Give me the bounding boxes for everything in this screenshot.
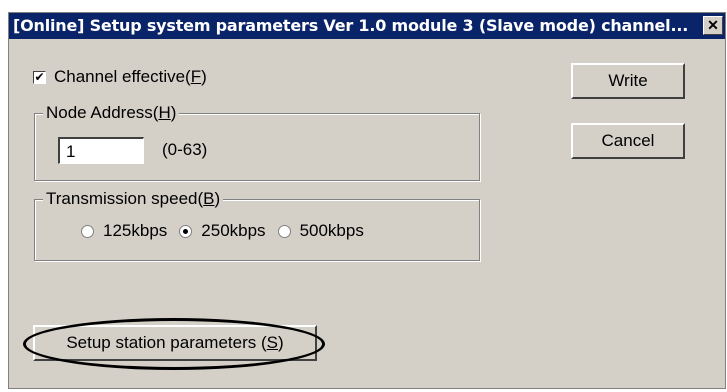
speed-option-125kbps[interactable]: 125kbps (81, 221, 167, 241)
write-button[interactable]: Write (571, 63, 685, 99)
node-address-range: (0-63) (162, 140, 208, 159)
radio-button-500kbps[interactable] (277, 224, 291, 238)
speed-option-500kbps[interactable]: 500kbps (277, 221, 364, 241)
transmission-speed-label: Transmission speed(B) (43, 189, 224, 209)
node-address-input[interactable]: 1 (58, 137, 144, 164)
title-bar: [Online] Setup system parameters Ver 1.0… (9, 13, 725, 39)
node-address-label: Node Address(H) (43, 103, 180, 123)
channel-effective-checkbox[interactable]: ✔ (33, 70, 46, 84)
node-address-group: Node Address(H) 1 (0-63) (34, 103, 480, 181)
window-title: [Online] Setup system parameters Ver 1.0… (13, 16, 689, 35)
transmission-speed-group: Transmission speed(B) 125kbps 250kbps 50… (34, 189, 480, 261)
speed-option-label: 125kbps (103, 221, 168, 240)
speed-option-label: 250kbps (201, 221, 266, 240)
cancel-button[interactable]: Cancel (571, 123, 685, 159)
close-button[interactable]: ✕ (703, 16, 723, 35)
speed-option-250kbps[interactable]: 250kbps (179, 221, 266, 241)
channel-effective-row[interactable]: ✔ Channel effective(F) (33, 67, 207, 87)
close-icon: ✕ (707, 17, 719, 33)
speed-option-label: 500kbps (299, 221, 364, 240)
channel-effective-label: Channel effective(F) (54, 67, 207, 86)
radio-button-125kbps[interactable] (81, 224, 94, 238)
check-icon: ✔ (34, 70, 45, 84)
setup-system-parameters-dialog: [Online] Setup system parameters Ver 1.0… (8, 12, 726, 389)
speed-options: 125kbps 250kbps 500kbps (81, 221, 376, 241)
setup-station-parameters-button[interactable]: Setup station parameters (S) (33, 325, 317, 361)
radio-button-250kbps[interactable] (179, 224, 193, 238)
setup-station-parameters-label: Setup station parameters (S) (66, 333, 284, 352)
